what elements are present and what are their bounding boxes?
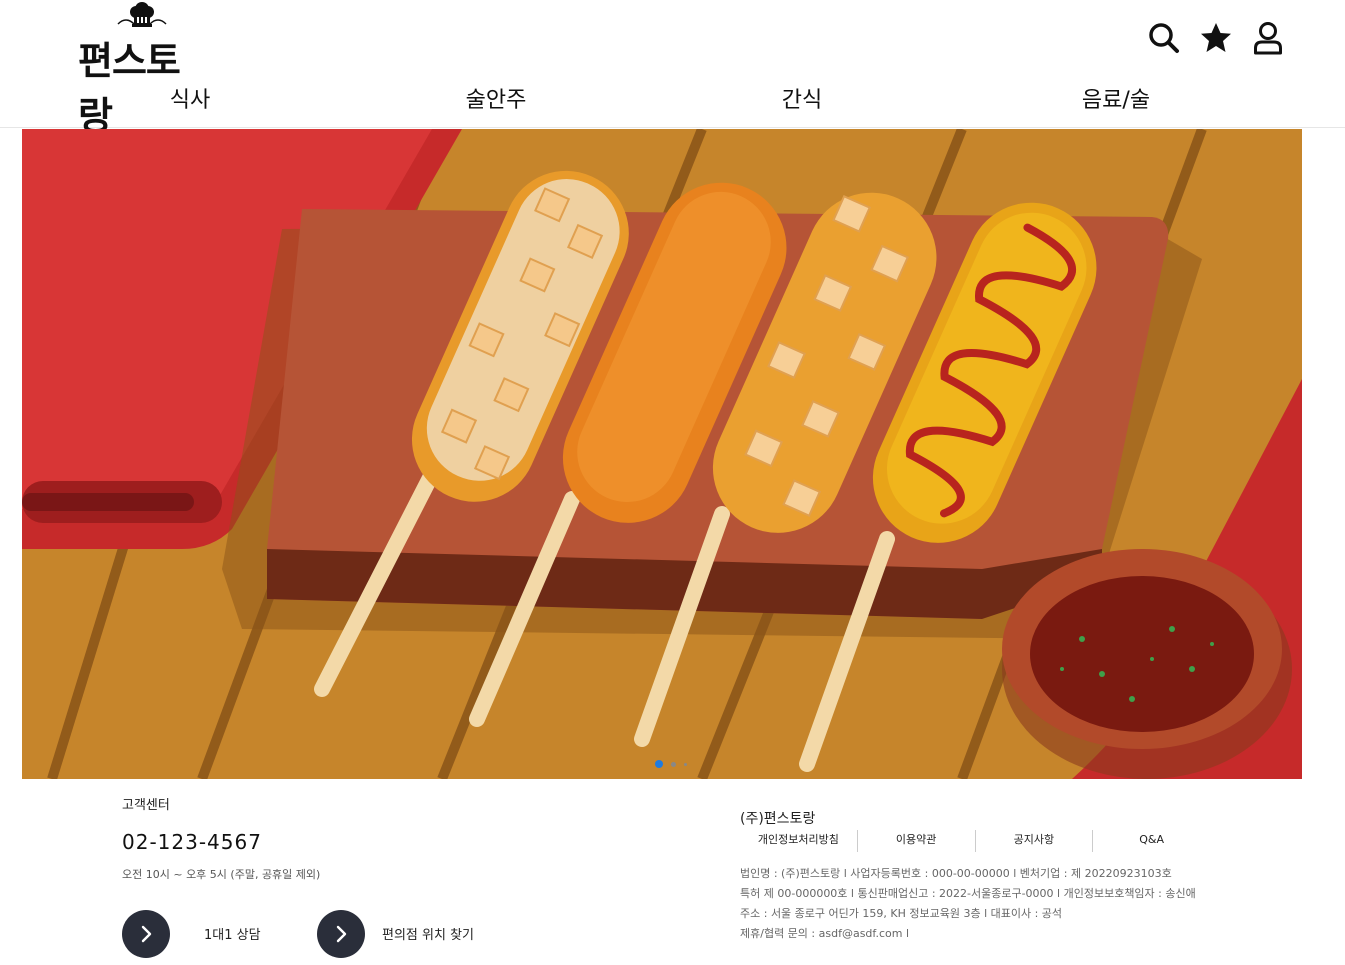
chevron-right-icon bbox=[336, 925, 347, 943]
site-header: 편스토랑 식사 술안주 간식 음료/술 bbox=[0, 0, 1345, 138]
search-icon[interactable] bbox=[1147, 20, 1181, 56]
company-info-line: 제휴/협력 문의 : asdf@asdf.com l bbox=[740, 927, 910, 940]
company-info: (주)편스토랑 개인정보처리방침 이용약관 공지사항 Q&A 법인명 : (주)… bbox=[740, 800, 1300, 965]
star-icon[interactable] bbox=[1199, 20, 1233, 56]
company-info-line: 법인명 : (주)편스토랑 l 사업자등록번호 : 000-00-00000 l… bbox=[740, 867, 1172, 880]
notice-link[interactable]: 공지사항 bbox=[974, 830, 1093, 852]
terms-link[interactable]: 이용약관 bbox=[856, 830, 975, 852]
footer-links: 개인정보처리방침 이용약관 공지사항 Q&A bbox=[740, 830, 1210, 852]
main-nav: 식사 술안주 간식 음료/술 bbox=[0, 82, 1345, 122]
nav-item-meal[interactable]: 식사 bbox=[170, 82, 210, 114]
carousel-dot-1[interactable] bbox=[655, 760, 663, 768]
nav-item-drinks[interactable]: 음료/술 bbox=[1082, 82, 1150, 114]
nav-item-snack[interactable]: 간식 bbox=[782, 82, 822, 114]
customer-center-hours: 오전 10시 ~ 오후 5시 (주말, 공휴일 제외) bbox=[122, 868, 321, 881]
one-on-one-chat-label[interactable]: 1대1 상담 bbox=[204, 924, 261, 943]
store-locator-button[interactable] bbox=[317, 910, 365, 958]
store-locator-label[interactable]: 편의점 위치 찾기 bbox=[382, 924, 474, 943]
company-name: (주)편스토랑 bbox=[740, 811, 816, 827]
carousel-dots bbox=[655, 760, 687, 768]
header-icons bbox=[1147, 20, 1285, 56]
chevron-right-icon bbox=[141, 925, 152, 943]
customer-center-phone: 02-123-4567 bbox=[122, 830, 262, 854]
user-icon[interactable] bbox=[1251, 20, 1285, 56]
qna-link[interactable]: Q&A bbox=[1092, 830, 1210, 852]
customer-center-title: 고객센터 bbox=[122, 798, 170, 813]
chef-hat-icon bbox=[117, 2, 167, 27]
privacy-policy-link[interactable]: 개인정보처리방침 bbox=[740, 830, 857, 852]
site-logo[interactable]: 편스토랑 bbox=[78, 2, 208, 138]
corn-dogs-illustration bbox=[22, 129, 1302, 779]
company-info-line: 특허 제 00-000000호 l 통신판매업신고 : 2022-서울종로구-0… bbox=[740, 887, 1196, 900]
company-details: 법인명 : (주)편스토랑 l 사업자등록번호 : 000-00-00000 l… bbox=[740, 864, 1196, 944]
nav-item-snack-with-drink[interactable]: 술안주 bbox=[466, 82, 527, 114]
hero-banner[interactable] bbox=[22, 129, 1302, 779]
customer-center: 고객센터 02-123-4567 오전 10시 ~ 오후 5시 (주말, 공휴일… bbox=[122, 790, 642, 965]
one-on-one-chat-button[interactable] bbox=[122, 910, 170, 958]
company-info-line: 주소 : 서울 종로구 어딘가 159, KH 정보교육원 3층 l 대표이사 … bbox=[740, 907, 1063, 920]
carousel-dot-3[interactable] bbox=[684, 762, 687, 766]
carousel-dot-2[interactable] bbox=[671, 761, 676, 767]
